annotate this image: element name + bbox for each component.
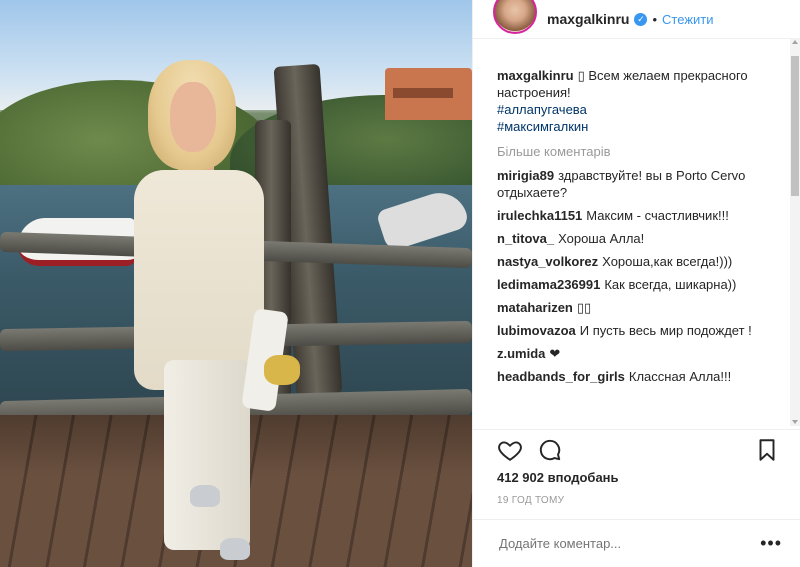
more-options-button[interactable]: •••	[760, 533, 782, 554]
scrollbar-thumb[interactable]	[791, 56, 799, 196]
comment-text: Хороша,как всегда!)))	[602, 254, 733, 269]
comment-username[interactable]: headbands_for_girls	[497, 369, 625, 384]
comment-username[interactable]: lubimovazoa	[497, 323, 576, 338]
post-sidebar: maxgalkinru ✓ • Стежити maxgalkinru ▯ Все…	[472, 0, 800, 567]
instagram-post: maxgalkinru ✓ • Стежити maxgalkinru ▯ Все…	[0, 0, 800, 567]
comment-item: mataharizen ▯▯	[497, 299, 782, 316]
caption: maxgalkinru ▯ Всем желаем прекрасного нас…	[497, 67, 782, 135]
comment-item: lubimovazoa И пусть весь мир подождет !	[497, 322, 782, 339]
photo-lantern	[264, 355, 300, 385]
caption-username[interactable]: maxgalkinru	[497, 68, 574, 83]
post-photo[interactable]	[0, 0, 472, 567]
comment-username[interactable]: nastya_volkorez	[497, 254, 598, 269]
likes-count[interactable]: 412 902 вподобань	[473, 470, 800, 485]
verified-icon: ✓	[634, 12, 648, 26]
comment-username[interactable]: mirigia89	[497, 168, 554, 183]
comments-list[interactable]: maxgalkinru ▯ Всем желаем прекрасного нас…	[473, 39, 800, 429]
photo-blouse	[134, 170, 264, 390]
comment-text: Максим - счастливчик!!!	[586, 208, 729, 223]
photo-woman	[128, 60, 300, 567]
comment-username[interactable]: mataharizen	[497, 300, 573, 315]
post-timestamp[interactable]: 19 ГОД ТОМУ	[473, 485, 800, 506]
hashtag-link[interactable]: #аллапугачева	[497, 101, 782, 118]
scroll-down-icon[interactable]	[792, 420, 798, 424]
photo-shoe	[220, 538, 250, 560]
add-comment-bar: •••	[473, 519, 800, 567]
comment-text: И пусть весь мир подождет !	[579, 323, 752, 338]
comment-username[interactable]: irulechka1151	[497, 208, 582, 223]
comment-icon[interactable]	[537, 437, 563, 463]
photo-face	[170, 82, 216, 152]
comment-text: Как всегда, шикарна))	[604, 277, 737, 292]
post-header: maxgalkinru ✓ • Стежити	[473, 0, 800, 39]
comment-input[interactable]	[497, 535, 761, 552]
comment-username[interactable]: z.umida	[497, 346, 545, 361]
avatar[interactable]	[493, 0, 537, 34]
comment-text: ▯▯	[576, 300, 592, 315]
comment-text: Классная Алла!!!	[628, 369, 732, 384]
photo-house	[385, 68, 472, 120]
comment-text: ❤	[549, 346, 561, 361]
comment-item: z.umida ❤	[497, 345, 782, 362]
comment-username[interactable]: n_titova_	[497, 231, 554, 246]
photo-shoe	[190, 485, 220, 507]
more-comments-link[interactable]: Більше коментарів	[497, 143, 782, 160]
hashtag-link[interactable]: #максимгалкин	[497, 118, 782, 135]
comment-username[interactable]: ledimama236991	[497, 277, 600, 292]
comment-item: irulechka1151 Максим - счастливчик!!!	[497, 207, 782, 224]
action-bar	[473, 429, 800, 470]
heart-icon[interactable]	[497, 437, 523, 463]
photo-pants	[164, 360, 250, 550]
comment-item: mirigia89 здравствуйте! вы в Porto Cervo …	[497, 167, 782, 201]
comment-item: headbands_for_girls Классная Алла!!!	[497, 368, 782, 385]
comment-text: Хороша Алла!	[558, 231, 645, 246]
scroll-up-icon[interactable]	[792, 40, 798, 44]
bookmark-icon[interactable]	[754, 437, 780, 463]
separator-dot: •	[652, 11, 658, 27]
follow-button[interactable]: Стежити	[662, 12, 713, 27]
comment-item: nastya_volkorez Хороша,как всегда!)))	[497, 253, 782, 270]
comment-item: ledimama236991 Как всегда, шикарна))	[497, 276, 782, 293]
header-username[interactable]: maxgalkinru	[547, 11, 629, 27]
comments-scrollbar[interactable]	[790, 38, 800, 426]
comment-item: n_titova_ Хороша Алла!	[497, 230, 782, 247]
